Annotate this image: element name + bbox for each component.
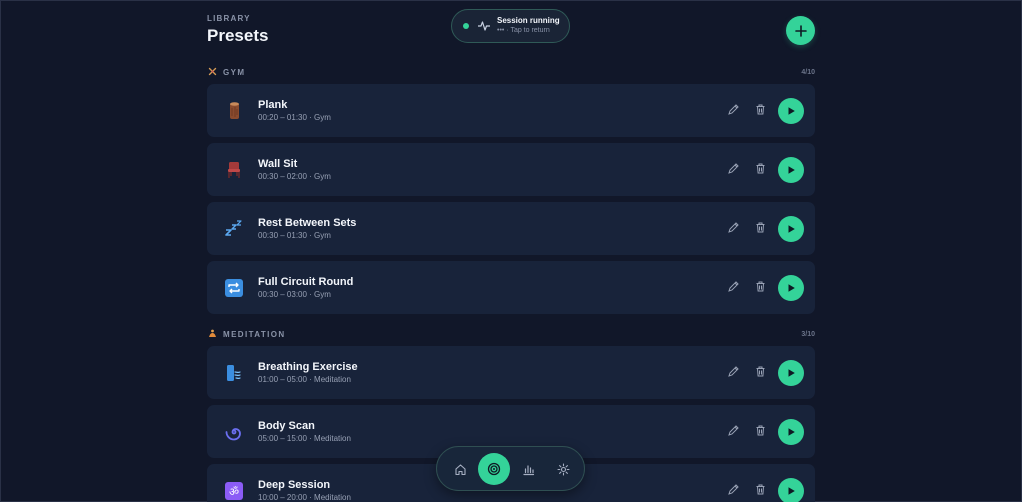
repeat-icon — [225, 279, 243, 297]
play-icon — [788, 284, 795, 292]
play-button[interactable] — [778, 478, 804, 502]
nav-stats[interactable] — [514, 455, 542, 483]
play-icon — [788, 428, 795, 436]
home-icon — [454, 463, 466, 475]
play-icon — [788, 107, 795, 115]
trash-icon[interactable] — [754, 280, 767, 293]
preset-card-full-circuit-round[interactable]: Full Circuit Round 00:30 – 03:00 · Gym — [207, 261, 815, 314]
nav-presets[interactable] — [478, 453, 510, 485]
spiral-icon — [225, 428, 241, 441]
trash-icon[interactable] — [754, 483, 767, 496]
preset-meta: 10:00 – 20:00 · Meditation — [258, 493, 351, 502]
lotus-icon — [207, 329, 217, 340]
play-button[interactable] — [778, 419, 804, 445]
presets-icon — [487, 462, 501, 476]
session-title: Session running — [497, 16, 560, 25]
play-icon — [788, 225, 795, 233]
section-header-meditation: MEDITATION 3/10 — [207, 328, 815, 340]
preset-title: Deep Session — [258, 479, 331, 491]
trash-icon[interactable] — [754, 103, 767, 116]
section-count: 3/10 — [801, 330, 815, 338]
play-button[interactable] — [778, 216, 804, 242]
nav-home[interactable] — [446, 455, 474, 483]
play-button[interactable] — [778, 360, 804, 386]
preset-meta: 00:30 – 02:00 · Gym — [258, 172, 331, 181]
add-preset-button[interactable] — [786, 16, 815, 45]
om-icon: ॐ — [225, 482, 243, 500]
preset-meta: 01:00 – 05:00 · Meditation — [258, 375, 351, 384]
session-status-dot — [463, 23, 469, 29]
preset-card-wall-sit[interactable]: Wall Sit 00:30 – 02:00 · Gym — [207, 143, 815, 196]
preset-title: Full Circuit Round — [258, 276, 354, 288]
edit-icon[interactable] — [727, 103, 740, 116]
edit-icon[interactable] — [727, 424, 740, 437]
section-count: 4/10 — [801, 68, 815, 76]
preset-card-plank[interactable]: Plank 00:20 – 01:30 · Gym — [207, 84, 815, 137]
preset-title: Body Scan — [258, 420, 315, 432]
trash-icon[interactable] — [754, 424, 767, 437]
preset-meta: 00:30 – 01:30 · Gym — [258, 231, 331, 240]
trash-icon[interactable] — [754, 365, 767, 378]
session-running-pill[interactable]: Session running ••• · Tap to return — [451, 9, 570, 43]
preset-meta: 00:20 – 01:30 · Gym — [258, 113, 331, 122]
play-button[interactable] — [778, 98, 804, 124]
preset-card-breathing-exercise[interactable]: Breathing Exercise 01:00 – 05:00 · Medit… — [207, 346, 815, 399]
trash-icon[interactable] — [754, 221, 767, 234]
page-eyebrow: LIBRARY — [207, 14, 251, 23]
edit-icon[interactable] — [727, 221, 740, 234]
page-header: LIBRARY Presets — [207, 14, 268, 46]
page-title: Presets — [207, 26, 269, 45]
plus-icon — [794, 24, 807, 37]
bottom-nav — [436, 446, 585, 491]
edit-icon[interactable] — [727, 162, 740, 175]
play-button[interactable] — [778, 275, 804, 301]
trash-icon[interactable] — [754, 162, 767, 175]
edit-icon[interactable] — [727, 483, 740, 496]
section-label: MEDITATION — [223, 329, 286, 339]
edit-icon[interactable] — [727, 365, 740, 378]
preset-card-rest-between-sets[interactable]: Rest Between Sets 00:30 – 01:30 · Gym — [207, 202, 815, 255]
log-icon — [230, 102, 239, 119]
edit-icon[interactable] — [727, 280, 740, 293]
svg-text:ॐ: ॐ — [229, 486, 239, 499]
preset-meta: 00:30 – 03:00 · Gym — [258, 290, 331, 299]
stats-icon — [522, 464, 534, 475]
section-label: GYM — [223, 67, 246, 77]
preset-title: Breathing Exercise — [258, 361, 358, 373]
play-icon — [788, 369, 795, 377]
presets-page: LIBRARY Presets Session running ••• · Ta… — [0, 0, 1022, 502]
play-icon — [788, 166, 795, 174]
preset-title: Rest Between Sets — [258, 217, 357, 229]
chair-icon — [228, 162, 240, 178]
nav-settings[interactable] — [549, 455, 577, 483]
dumbbell-icon — [207, 67, 217, 78]
settings-icon — [556, 462, 570, 476]
play-icon — [788, 487, 795, 495]
zzz-icon — [225, 220, 242, 236]
breath-icon — [227, 365, 241, 381]
pulse-icon — [478, 21, 490, 31]
preset-title: Wall Sit — [258, 158, 298, 170]
session-subtitle: ••• · Tap to return — [497, 27, 550, 34]
section-header-gym: GYM 4/10 — [207, 66, 815, 78]
preset-title: Plank — [258, 99, 288, 111]
preset-meta: 05:00 – 15:00 · Meditation — [258, 434, 351, 443]
play-button[interactable] — [778, 157, 804, 183]
